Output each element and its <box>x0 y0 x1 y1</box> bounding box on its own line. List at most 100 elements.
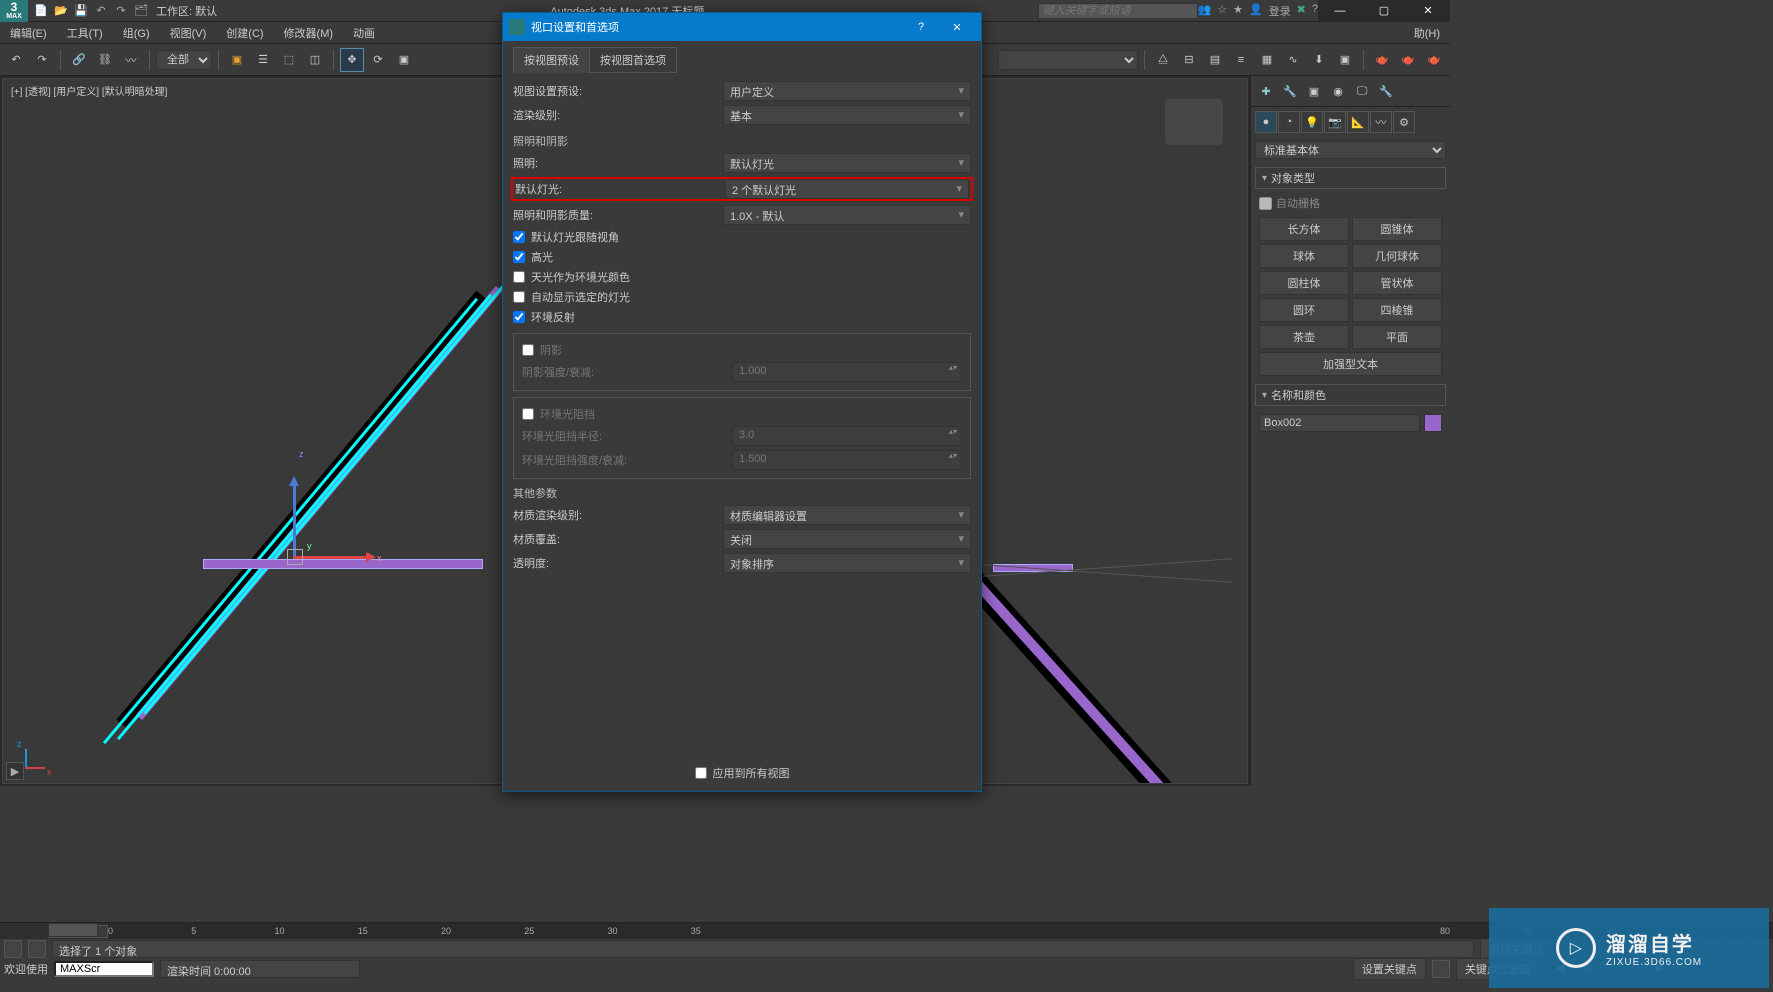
ao-checkbox[interactable]: 环境光阻挡 <box>522 404 962 424</box>
select-region-icon[interactable]: ⬚ <box>277 48 301 72</box>
key-mode-icon[interactable] <box>1432 960 1450 978</box>
sphere-button[interactable]: 球体 <box>1259 244 1349 268</box>
workspace-selector[interactable]: 工作区: 默认 <box>156 3 217 19</box>
systems-subtab-icon[interactable]: ⚙ <box>1393 111 1415 133</box>
schematic-icon[interactable]: ⬇ <box>1307 48 1331 72</box>
lights-subtab-icon[interactable]: 💡 <box>1301 111 1323 133</box>
project-icon[interactable]: 🗂 <box>132 2 150 20</box>
redo-icon[interactable]: ↷ <box>30 48 54 72</box>
mirror-icon[interactable]: ⧋ <box>1151 48 1175 72</box>
menu-create[interactable]: 创建(C) <box>216 22 273 44</box>
viewport-label[interactable]: [+] [透视] [用户定义] [默认明暗处理] <box>11 83 167 98</box>
plane-button[interactable]: 平面 <box>1352 325 1442 349</box>
geometry-subtab-icon[interactable]: ● <box>1255 111 1277 133</box>
shadow-quality-dropdown[interactable]: 1.0X - 默认 <box>723 205 971 225</box>
modify-tab-icon[interactable]: 🔧 <box>1279 80 1301 102</box>
render-level-dropdown[interactable]: 基本 <box>723 105 971 125</box>
star-icon[interactable]: ☆ <box>1217 3 1227 19</box>
rollout-header[interactable]: 对象类型 <box>1255 167 1446 189</box>
align-icon[interactable]: ⊟ <box>1177 48 1201 72</box>
select-name-icon[interactable]: ☰ <box>251 48 275 72</box>
selection-filter[interactable]: 全部 <box>156 50 212 70</box>
menu-modifiers[interactable]: 修改器(M) <box>274 22 344 44</box>
script-listener-icon[interactable] <box>4 940 22 958</box>
login-label[interactable]: 登录 <box>1269 3 1291 19</box>
helpers-subtab-icon[interactable]: 📐 <box>1347 111 1369 133</box>
material-override-dropdown[interactable]: 关闭 <box>723 529 971 549</box>
motion-tab-icon[interactable]: ◉ <box>1327 80 1349 102</box>
viewcube[interactable] <box>1165 99 1223 145</box>
default-lights-dropdown[interactable]: 2 个默认灯光 <box>725 179 969 199</box>
highlight-checkbox[interactable]: 高光 <box>513 247 971 267</box>
move-icon[interactable]: ✥ <box>340 48 364 72</box>
create-tab-icon[interactable]: ✚ <box>1255 80 1277 102</box>
dialog-close-button[interactable]: ✕ <box>939 13 975 41</box>
rotate-icon[interactable]: ⟳ <box>366 48 390 72</box>
render-setup-icon[interactable]: 🫖 <box>1370 48 1394 72</box>
render-frame-icon[interactable]: 🫖 <box>1396 48 1420 72</box>
unlink-icon[interactable]: ⛓ <box>93 48 117 72</box>
follow-view-checkbox[interactable]: 默认灯光跟随视角 <box>513 227 971 247</box>
menu-help[interactable]: 助(H) <box>1404 22 1450 44</box>
select-icon[interactable]: ▣ <box>225 48 249 72</box>
transform-gizmo[interactable]: z x y <box>293 459 393 559</box>
new-icon[interactable]: 📄 <box>32 2 50 20</box>
set-key-button[interactable]: 设置关键点 <box>1353 958 1426 980</box>
torus-button[interactable]: 圆环 <box>1259 298 1349 322</box>
render-icon[interactable]: 🫖 <box>1422 48 1446 72</box>
save-icon[interactable]: 💾 <box>72 2 90 20</box>
tab-per-view-preset[interactable]: 按视图预设 <box>513 47 590 73</box>
skylight-checkbox[interactable]: 天光作为环境光颜色 <box>513 267 971 287</box>
menu-tools[interactable]: 工具(T) <box>57 22 113 44</box>
autoshow-lights-checkbox[interactable]: 自动显示选定的灯光 <box>513 287 971 307</box>
category-dropdown[interactable]: 标准基本体 <box>1255 141 1446 159</box>
transparency-dropdown[interactable]: 对象排序 <box>723 553 971 573</box>
illumination-dropdown[interactable]: 默认灯光 <box>723 153 971 173</box>
app-logo[interactable]: 3MAX <box>0 0 28 22</box>
menu-animation[interactable]: 动画 <box>343 22 385 44</box>
pyramid-button[interactable]: 四棱锥 <box>1352 298 1442 322</box>
geosphere-button[interactable]: 几何球体 <box>1352 244 1442 268</box>
layer-explorer-icon[interactable]: ≡ <box>1229 48 1253 72</box>
undo-icon[interactable]: ↶ <box>92 2 110 20</box>
material-render-dropdown[interactable]: 材质编辑器设置 <box>723 505 971 525</box>
cylinder-button[interactable]: 圆柱体 <box>1259 271 1349 295</box>
utilities-tab-icon[interactable]: 🔧 <box>1375 80 1397 102</box>
open-icon[interactable]: 📂 <box>52 2 70 20</box>
bind-icon[interactable]: 〰 <box>119 48 143 72</box>
env-reflection-checkbox[interactable]: 环境反射 <box>513 307 971 327</box>
menu-group[interactable]: 组(G) <box>113 22 160 44</box>
named-selection[interactable] <box>998 50 1138 70</box>
menu-edit[interactable]: 编辑(E) <box>0 22 57 44</box>
time-slider-handle[interactable] <box>48 923 98 937</box>
help-search-input[interactable] <box>1038 3 1198 19</box>
box-button[interactable]: 长方体 <box>1259 217 1349 241</box>
cameras-subtab-icon[interactable]: 📷 <box>1324 111 1346 133</box>
object-color-swatch[interactable] <box>1424 414 1442 432</box>
close-button[interactable]: ✕ <box>1406 0 1450 22</box>
preset-dropdown[interactable]: 用户定义 <box>723 81 971 101</box>
shapes-subtab-icon[interactable]: ◔ <box>1278 111 1300 133</box>
space-warps-subtab-icon[interactable]: 〰 <box>1370 111 1392 133</box>
binocular-icon[interactable]: 👥 <box>1198 3 1212 19</box>
apply-all-checkbox[interactable]: 应用到所有视图 <box>695 763 790 783</box>
tube-button[interactable]: 管状体 <box>1352 271 1442 295</box>
textplus-button[interactable]: 加强型文本 <box>1259 352 1442 376</box>
scale-icon[interactable]: ▣ <box>392 48 416 72</box>
dialog-help-button[interactable]: ? <box>903 13 939 41</box>
dialog-titlebar[interactable]: 视口设置和首选项 ? ✕ <box>503 13 981 41</box>
menu-views[interactable]: 视图(V) <box>160 22 217 44</box>
teapot-button[interactable]: 茶壶 <box>1259 325 1349 349</box>
minimize-button[interactable]: — <box>1318 0 1362 22</box>
script-editor-icon[interactable] <box>28 940 46 958</box>
user-icon[interactable]: 👤 <box>1249 3 1263 19</box>
shadow-checkbox[interactable]: 阴影 <box>522 340 962 360</box>
tab-per-view-prefs[interactable]: 按视图首选项 <box>589 47 677 73</box>
ribbon-icon[interactable]: ▦ <box>1255 48 1279 72</box>
undo-icon[interactable]: ↶ <box>4 48 28 72</box>
window-crossing-icon[interactable]: ◫ <box>303 48 327 72</box>
link-icon[interactable]: 🔗 <box>67 48 91 72</box>
favorite-icon[interactable]: ★ <box>1233 3 1243 19</box>
x-icon[interactable]: ✖ <box>1297 3 1306 19</box>
maximize-button[interactable]: ▢ <box>1362 0 1406 22</box>
